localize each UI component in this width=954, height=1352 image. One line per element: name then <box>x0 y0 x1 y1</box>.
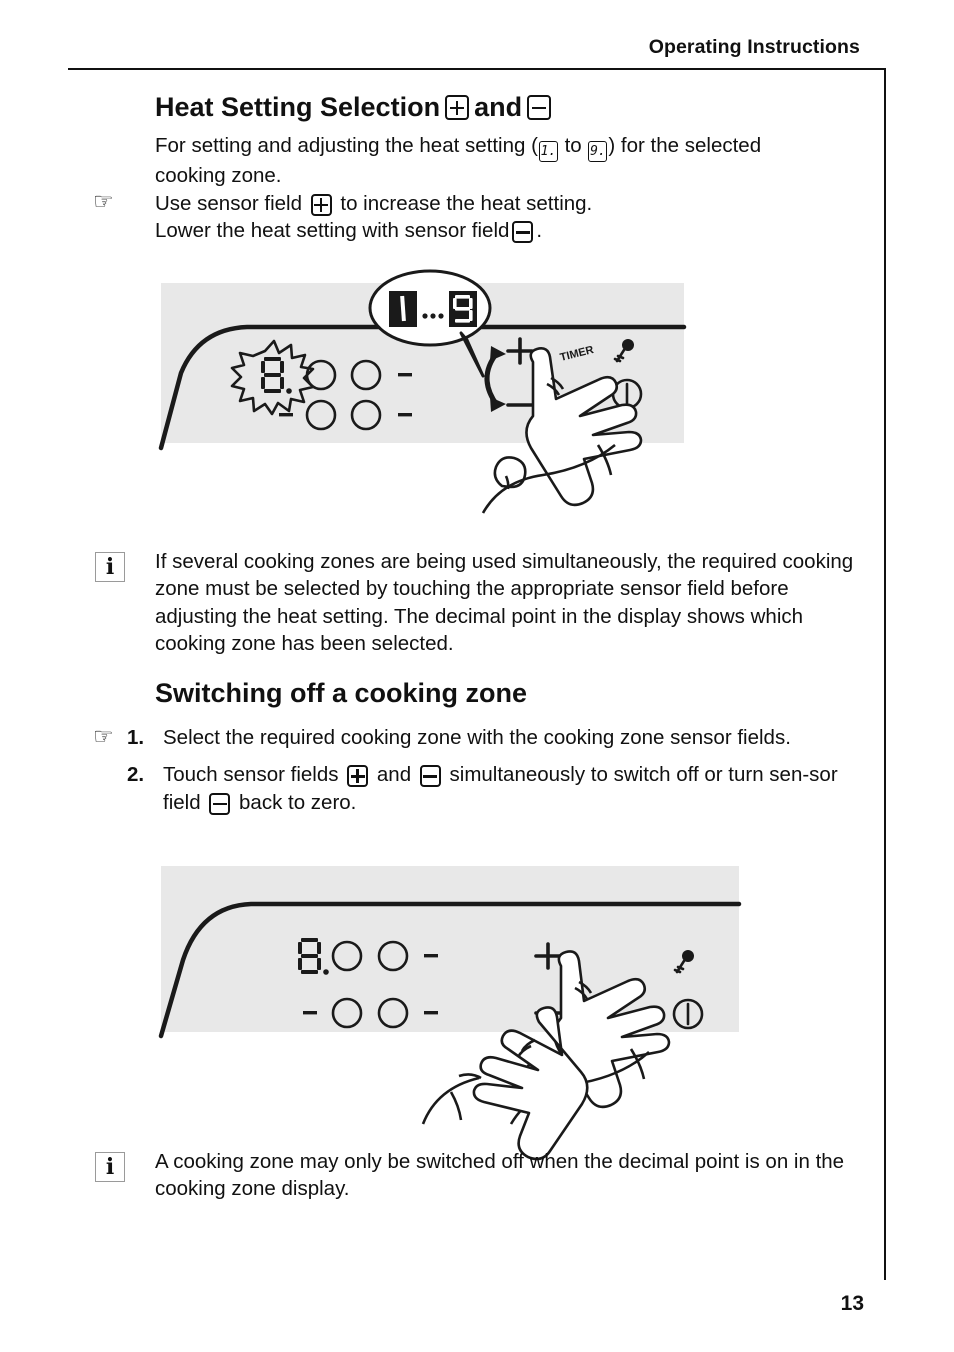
intro-text-start: For setting and adjusting the heat setti… <box>155 134 538 157</box>
step-number: 2. <box>127 763 145 787</box>
minus-sensor-field-icon <box>527 95 552 121</box>
plus-sensor-field-icon <box>310 194 332 216</box>
step-line-2-text-a: Lower the heat setting with sensor field <box>155 219 510 243</box>
digit-box-low: 1. <box>538 141 558 162</box>
step-line-1-text-b: to increase the heat setting. <box>340 192 593 215</box>
step-number: 1. <box>127 726 145 749</box>
hand-illustration <box>481 347 643 514</box>
step-line-2: Lower the heat setting with sensor field… <box>155 217 860 244</box>
display-dash-mark <box>303 1011 317 1015</box>
cooking-zone-sensor-circle <box>377 940 409 972</box>
intro-line-1: For setting and adjusting the heat setti… <box>155 132 860 162</box>
illustration-heat-setting-increase: TIMER <box>158 269 721 514</box>
plus-sensor-field-label <box>534 942 562 970</box>
intro-text-between: to <box>558 134 588 157</box>
step-text-d: back to zero. <box>239 790 357 814</box>
power-icon <box>672 998 704 1030</box>
callout-bubble <box>368 269 492 378</box>
page-number-value: 13 <box>840 1292 864 1315</box>
minus-sensor-field-icon <box>419 765 441 788</box>
step-line-1: Use sensor field to increase the heat se… <box>155 190 860 217</box>
timer-label: TIMER <box>559 344 595 364</box>
minus-sensor-field-icon <box>209 792 231 815</box>
running-header: Operating Instructions <box>648 36 860 58</box>
page-title: Heat Setting Selection and <box>155 92 860 123</box>
pointing-hand-icon: ☞ <box>93 723 114 749</box>
digit-box-high: 9. <box>588 141 608 162</box>
cooking-zone-display-digit <box>261 357 292 394</box>
pointing-hand-icon: ☞ <box>93 188 114 214</box>
plus-sensor-field-icon <box>445 95 470 121</box>
cooking-zone-sensor-circle <box>331 940 363 972</box>
display-dash-mark <box>279 413 293 417</box>
info-icon: i <box>95 552 125 582</box>
intro-text-end: ) for the selected <box>608 134 762 157</box>
step-line-2-text-b: . <box>536 219 543 243</box>
note-1-text: If several cooking zones are being used … <box>155 550 854 655</box>
section-1-steps: Use sensor field to increase the heat se… <box>155 190 860 245</box>
cooking-zone-display-digit <box>298 938 329 975</box>
step-text-b: and <box>376 763 412 787</box>
plus-sensor-field-label <box>506 337 534 365</box>
illustration-switch-off-zone <box>158 866 761 1161</box>
list-item: 1. Select the required cooking zone with… <box>127 724 867 751</box>
minus-sensor-field-icon <box>512 221 534 244</box>
display-dash-mark <box>398 413 412 417</box>
key-icon <box>673 950 694 974</box>
key-icon <box>613 339 634 363</box>
section-1-heading-block: Heat Setting Selection and <box>155 92 860 123</box>
display-dash-mark <box>398 373 412 377</box>
list-item: 2. Touch sensor fields and simultaneousl… <box>127 761 867 816</box>
hob-illustration-drawing <box>158 901 742 1161</box>
page-number: 13 <box>0 1292 886 1316</box>
step-text-a: Touch sensor fields <box>163 763 339 787</box>
note-2-text: A cooking zone may only be switched off … <box>155 1150 845 1201</box>
header-rule <box>68 68 886 70</box>
document-page: Operating Instructions Heat Setting Sele… <box>0 0 954 1352</box>
hob-illustration-drawing: TIMER <box>158 269 687 514</box>
section-1-intro: For setting and adjusting the heat setti… <box>155 132 860 189</box>
cooking-zone-sensor-circle <box>305 359 337 391</box>
cooking-zone-sensor-circle <box>305 399 337 431</box>
display-dash-mark <box>424 1011 438 1015</box>
switch-off-steps-list: 1. Select the required cooking zone with… <box>127 724 867 816</box>
plus-sensor-field-icon <box>347 765 369 788</box>
cooking-zone-sensor-circle <box>350 399 382 431</box>
step-text: Select the required cooking zone with th… <box>163 726 791 749</box>
page-side-rule <box>884 68 886 1280</box>
section-1-title-conjunction: and <box>474 92 523 122</box>
cooking-zone-sensor-circle <box>377 997 409 1029</box>
section-2-heading-block: Switching off a cooking zone <box>155 678 860 709</box>
section-2-title: Switching off a cooking zone <box>155 678 528 708</box>
info-icon: i <box>95 1152 125 1182</box>
cooking-zone-sensor-circle <box>350 359 382 391</box>
step-line-1-text-a: Use sensor field <box>155 192 302 215</box>
section-1-title-text: Heat Setting Selection <box>155 92 441 122</box>
display-dash-mark <box>424 954 438 958</box>
cooking-zone-sensor-circle <box>331 997 363 1029</box>
intro-line-2: cooking zone. <box>155 164 282 187</box>
